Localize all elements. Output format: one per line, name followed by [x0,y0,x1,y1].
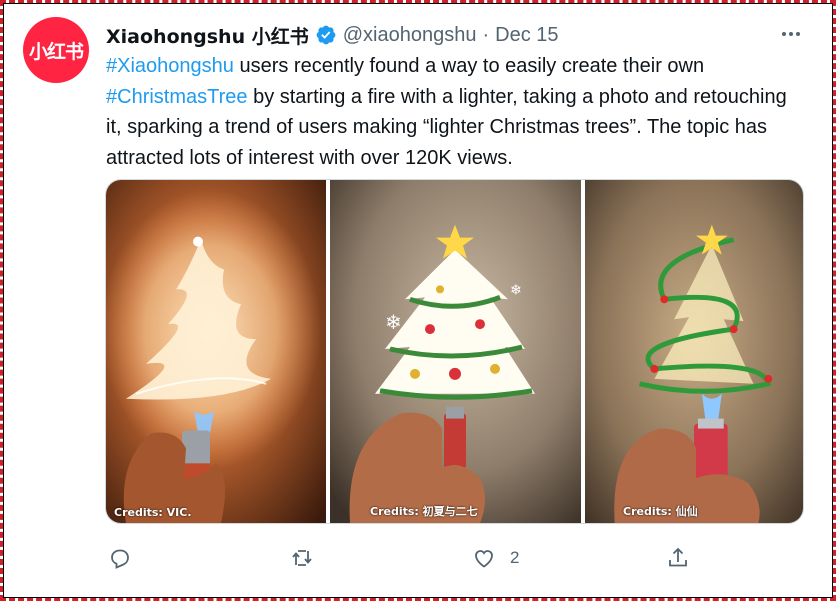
verified-badge-icon [316,25,336,45]
like-count: 2 [510,548,520,567]
tweet-text-part: users recently found a way to easily cre… [233,55,705,77]
avatar[interactable]: 小红书 [23,17,89,83]
photo-flame-tree[interactable]: Credits: VIC. [106,180,326,523]
more-options-icon[interactable] [775,24,807,44]
media-gallery: Credits: VIC. ❄ ❄ Credits: 初夏与二七 Credits… [105,179,804,524]
reply-button[interactable] [108,543,132,573]
tweet-actions: 2 [104,543,804,573]
svg-text:❄: ❄ [510,282,522,298]
photo-credit: Credits: 初夏与二七 [370,505,478,518]
photo-credit: Credits: 仙仙 [623,505,698,518]
photo-ribbon-tree[interactable]: Credits: 仙仙 [585,180,803,523]
tweet-text: #Xiaohongshu users recently found a way … [106,51,796,173]
tweet-header: Xiaohongshu 小红书 @xiaohongshu · Dec 15 [106,22,559,48]
hashtag-christmastree[interactable]: #ChristmasTree [106,86,248,108]
display-name[interactable]: Xiaohongshu 小红书 [106,22,309,49]
tweet-date[interactable]: Dec 15 [495,24,558,47]
share-icon [669,547,687,567]
separator-dot: · [482,23,490,46]
decorated-tree-image: ❄ ❄ [330,180,581,523]
ribbon-tree-image [585,180,803,523]
photo-decorated-tree[interactable]: ❄ ❄ Credits: 初夏与二七 [330,180,581,523]
user-handle[interactable]: @xiaohongshu [343,24,477,47]
avatar-logo-text: 小红书 [28,40,84,63]
retweet-icon [292,550,312,566]
flame-tree-image [106,180,326,523]
share-button[interactable] [666,543,690,573]
photo-credit: Credits: VIC. [114,506,192,519]
hashtag-xiaohongshu[interactable]: #Xiaohongshu [106,55,234,77]
like-button[interactable]: 2 [472,543,519,573]
retweet-button[interactable] [290,543,314,573]
heart-icon [475,550,493,568]
svg-text:❄: ❄ [385,310,402,334]
reply-icon [111,549,129,569]
